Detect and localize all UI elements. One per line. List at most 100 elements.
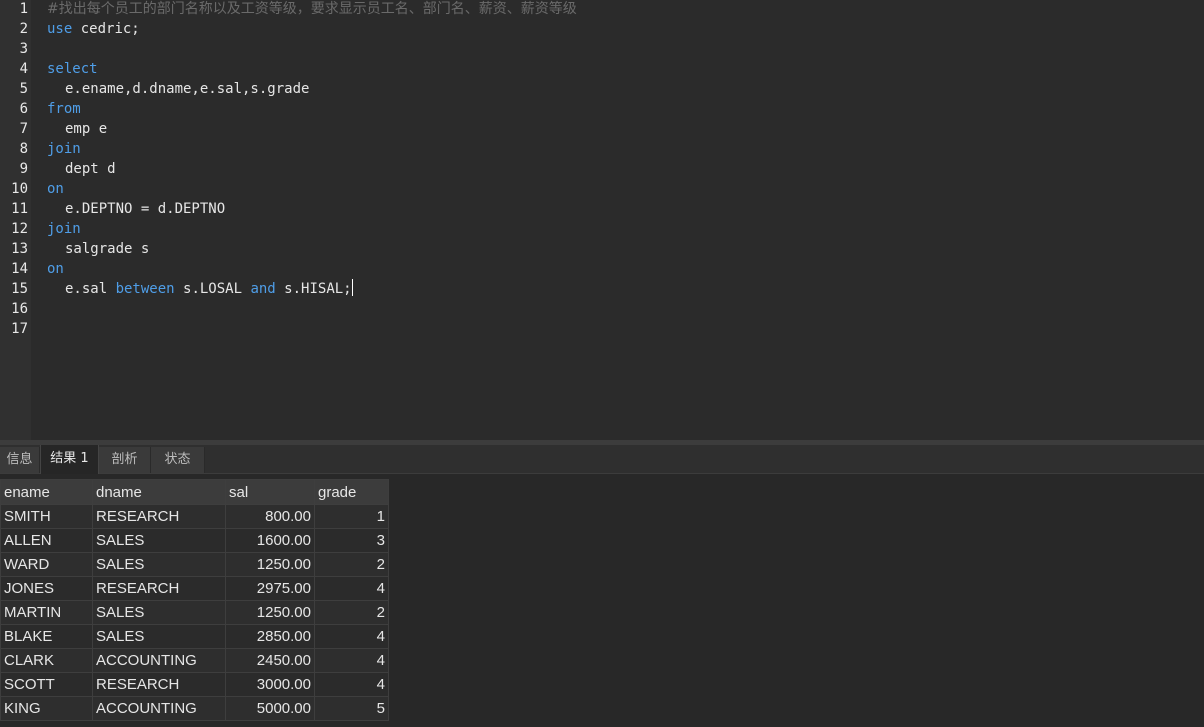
cell-dname[interactable]: RESEARCH [92,576,226,601]
code-text: salgrade s [65,241,150,257]
code-line-12[interactable]: join [47,219,81,239]
code-line-14[interactable]: on [47,259,64,279]
line-number: 9 [19,161,28,177]
code-line-15[interactable]: e.sal between s.LOSAL and s.HISAL; [47,279,353,299]
line-number: 14 [11,261,28,277]
column-header-ename[interactable]: ename [0,479,93,505]
cell-grade[interactable]: 2 [314,600,389,625]
cell-sal[interactable]: 2850.00 [225,624,315,649]
cell-dname[interactable]: RESEARCH [92,672,226,697]
cell-grade[interactable]: 4 [314,648,389,673]
cell-dname[interactable]: SALES [92,552,226,577]
table-row[interactable]: KING ACCOUNTING 5000.00 5 [0,696,389,721]
keyword-on: on [47,261,64,277]
table-row[interactable]: JONES RESEARCH 2975.00 4 [0,576,389,601]
cell-grade[interactable]: 4 [314,672,389,697]
code-line-6[interactable]: from [47,99,81,119]
result-panel: ename dname sal grade SMITH RESEARCH 800.0… [0,474,1204,727]
cell-ename[interactable]: JONES [0,576,93,601]
tab-result-1[interactable]: 结果 1 [40,445,99,474]
table-row[interactable]: BLAKE SALES 2850.00 4 [0,624,389,649]
cell-sal[interactable]: 1600.00 [225,528,315,553]
tab-status[interactable]: 状态 [151,447,205,473]
code-text: e.ename,d.dname,e.sal,s.grade [65,81,310,97]
cell-ename[interactable]: SCOTT [0,672,93,697]
code-line-7[interactable]: emp e [47,119,107,139]
cell-sal[interactable]: 1250.00 [225,552,315,577]
table-row[interactable]: SMITH RESEARCH 800.00 1 [0,504,389,529]
code-text: s.HISAL; [275,281,352,297]
cell-dname[interactable]: ACCOUNTING [92,696,226,721]
cell-ename[interactable]: CLARK [0,648,93,673]
table-row[interactable]: MARTIN SALES 1250.00 2 [0,600,389,625]
cell-grade[interactable]: 4 [314,576,389,601]
keyword-from: from [47,101,81,117]
cell-grade[interactable]: 1 [314,504,389,529]
line-number: 12 [11,221,28,237]
keyword-join: join [47,221,81,237]
keyword-use: use [47,21,73,37]
code-line-2[interactable]: use cedric; [47,19,140,39]
cell-ename[interactable]: SMITH [0,504,93,529]
line-number: 10 [11,181,28,197]
line-number: 1 [19,1,28,17]
text-cursor [351,279,353,296]
cell-dname[interactable]: RESEARCH [92,504,226,529]
cell-grade[interactable]: 2 [314,552,389,577]
cell-dname[interactable]: SALES [92,624,226,649]
cell-ename[interactable]: KING [0,696,93,721]
cell-grade[interactable]: 4 [314,624,389,649]
result-grid[interactable]: ename dname sal grade SMITH RESEARCH 800.0… [0,479,389,721]
cell-dname[interactable]: SALES [92,600,226,625]
cell-sal[interactable]: 1250.00 [225,600,315,625]
column-header-grade[interactable]: grade [314,479,389,505]
code-line-9[interactable]: dept d [47,159,116,179]
column-header-dname[interactable]: dname [92,479,226,505]
cell-dname[interactable]: SALES [92,528,226,553]
table-row[interactable]: ALLEN SALES 1600.00 3 [0,528,389,553]
code-line-13[interactable]: salgrade s [47,239,149,259]
code-text: s.LOSAL [174,281,251,297]
line-number: 17 [11,321,28,337]
table-row[interactable]: SCOTT RESEARCH 3000.00 4 [0,672,389,697]
cell-ename[interactable]: WARD [0,552,93,577]
code-line-4[interactable]: select [47,59,98,79]
cell-grade[interactable]: 5 [314,696,389,721]
code-text: emp e [65,121,108,137]
code-text: cedric; [72,21,140,37]
code-line-11[interactable]: e.DEPTNO = d.DEPTNO [47,199,225,219]
line-number: 7 [19,121,28,137]
code-line-1[interactable]: #找出每个员工的部门名称以及工资等级，要求显示员工名、部门名、薪资、薪资等级 [47,0,577,19]
code-text: dept d [65,161,116,177]
sql-editor[interactable]: 1 2 3 4 5 6 7 8 9 10 11 12 13 14 15 16 17 #找出每个员工的部门名称以及… [0,0,1204,440]
cell-sal[interactable]: 800.00 [225,504,315,529]
cell-dname[interactable]: ACCOUNTING [92,648,226,673]
cell-sal[interactable]: 2975.00 [225,576,315,601]
result-rows: SMITH RESEARCH 800.00 1 ALLEN SALES 1600.00 3 WA… [0,504,389,721]
code-line-8[interactable]: join [47,139,81,159]
column-header-sal[interactable]: sal [225,479,315,505]
keyword-between: between [115,281,175,297]
code-line-10[interactable]: on [47,179,64,199]
line-number: 3 [19,41,28,57]
tab-profile[interactable]: 剖析 [99,447,151,473]
line-number: 11 [11,201,28,217]
table-row[interactable]: WARD SALES 1250.00 2 [0,552,389,577]
code-line-5[interactable]: e.ename,d.dname,e.sal,s.grade [47,79,309,99]
code-text: e.DEPTNO = d.DEPTNO [65,201,226,217]
line-number: 15 [11,281,28,297]
tab-info[interactable]: 信息 [0,447,40,473]
cell-ename[interactable]: BLAKE [0,624,93,649]
cell-sal[interactable]: 5000.00 [225,696,315,721]
cell-sal[interactable]: 3000.00 [225,672,315,697]
table-row[interactable]: CLARK ACCOUNTING 2450.00 4 [0,648,389,673]
cell-ename[interactable]: MARTIN [0,600,93,625]
line-number: 13 [11,241,28,257]
keyword-and: and [250,281,276,297]
line-number: 2 [19,21,28,37]
cell-grade[interactable]: 3 [314,528,389,553]
line-number: 16 [11,301,28,317]
cell-ename[interactable]: ALLEN [0,528,93,553]
cell-sal[interactable]: 2450.00 [225,648,315,673]
line-number: 4 [19,61,28,77]
